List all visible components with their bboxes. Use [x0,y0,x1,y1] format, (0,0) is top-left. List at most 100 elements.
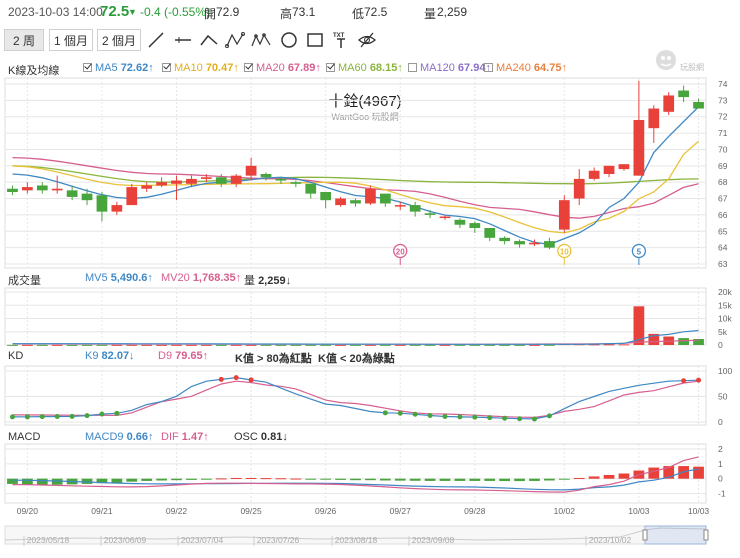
x-tick-label: 09/21 [91,506,113,516]
candle-body [245,165,257,176]
legend-ma10[interactable]: MA10 70.47↑ [162,62,239,74]
kd-green-dot [517,416,523,422]
mv20-legend: MV20 1,768.35↑ [161,272,241,284]
dif-value: 1.47↑ [181,431,209,443]
ma5-checkbox[interactable] [83,63,92,72]
kline-y-tick-label: 71 [718,128,728,138]
kd-green-dot [457,414,463,420]
legend-ma120[interactable]: MA120 67.94↑ [408,62,491,74]
x-tick-label: 09/20 [17,506,39,516]
candle-body [320,192,332,201]
candle-body [350,200,361,204]
candle-body [409,205,421,212]
d9-value: 79.65↑ [175,350,209,362]
d9-legend: D9 79.65↑ [158,350,208,362]
ma240-checkbox[interactable] [484,63,493,72]
ma-cross-marker-label: 5 [637,248,642,257]
kline-y-tick-label: 67 [718,194,728,204]
mv5-legend: MV5 5,490.6↑ [85,272,153,284]
volume-bar [693,339,704,345]
volume-bar [22,344,33,346]
volume-bar [439,344,451,346]
volume-bar [111,344,123,346]
candle-body [379,193,391,204]
high-value: 73.1 [292,5,316,19]
timeline-label: 2023/09/08 [412,535,455,545]
volume-bar [290,344,302,346]
k9-line [12,376,699,420]
quote-datetime: 2023-10-03 14:00 [8,5,103,19]
volume-bar [81,344,93,346]
line-tool-icon[interactable] [146,30,166,50]
kd-green-dot [442,413,448,419]
mv20-label: MV20 [161,272,190,284]
volume-y-tick-label: 0 [718,340,723,350]
volume-bar [469,344,481,346]
candle-body [484,228,496,238]
kline-y-tick-label: 65 [718,226,728,236]
candle-body [529,242,540,245]
osc-bar [499,478,511,482]
osc-bar [693,466,704,479]
volume-bar [215,344,227,346]
volume-panel-frame [4,287,707,346]
candle-body [573,178,585,199]
ma10-checkbox[interactable] [162,63,171,72]
osc-bar [22,478,33,485]
abcd-pattern-tool-icon[interactable] [225,30,245,50]
volume-y-tick-label: 20k [718,287,732,297]
period-2-weeks-button[interactable]: 2 周 [4,29,44,51]
volume-bar [618,344,630,346]
volume-legend: 成交量 MV5 5,490.6↑ MV20 1,768.35↑ 量 2,259↓ [8,272,508,287]
kd-green-dot [84,413,90,419]
osc-bar [230,477,242,479]
kd-green-dot [24,414,30,420]
chart-subtitle: WantGoo 玩股網 [331,111,398,122]
period-2-months-button[interactable]: 2 個月 [97,29,141,51]
volume-bar [7,344,18,346]
x-tick-label: 10/03 [688,506,710,516]
kd-red-dot [696,377,702,383]
volume-bar [558,344,570,346]
legend-ma5[interactable]: MA5 72.62↑ [83,62,154,74]
k9-value: 82.07↓ [101,350,135,362]
rectangle-tool-icon[interactable] [305,30,325,50]
candle-body [454,219,466,225]
legend-ma240[interactable]: MA240 64.75↑ [484,62,567,74]
osc-bar [66,478,78,485]
ma120-checkbox[interactable] [408,63,417,72]
kd-red-dot-note: K值 > 80為紅點 [235,353,312,365]
legend-ma60[interactable]: MA60 68.15↑ [326,62,403,74]
volume-bar [305,344,317,346]
macd9-value: 0.66↑ [126,431,154,443]
ma20-checkbox[interactable] [244,63,253,72]
macd-legend: MACD MACD9 0.66↑ DIF 1.47↑ OSC 0.81↓ [8,431,508,445]
hide-drawings-icon[interactable] [357,30,377,50]
ma-cross-marker [557,243,572,259]
x-tick-label: 09/27 [390,506,412,516]
text-tool-icon[interactable]: TXT [331,30,351,50]
period-1-month-button[interactable]: 1 個月 [49,29,93,51]
kd-legend: KD K9 82.07↓ D9 79.65↑ K值 > 80為紅點 K值 < 2… [8,350,508,365]
osc-bar [215,478,227,480]
candle-body [678,90,689,98]
candle-body [439,216,451,219]
ma60-checkbox[interactable] [326,63,335,72]
xabcd-pattern-tool-icon[interactable] [251,30,271,50]
macd9-legend: MACD9 0.66↑ [85,431,154,443]
candle-body [96,195,108,212]
horizontal-line-tool-icon[interactable] [173,30,193,50]
kline-y-tick-label: 69 [718,161,728,171]
volume-bar [320,344,332,346]
polyline-tool-icon[interactable] [199,30,219,50]
legend-ma20[interactable]: MA20 67.89↑ [244,62,321,74]
quote-change: -0.4 (-0.55%) [140,5,211,19]
circle-tool-icon[interactable] [279,30,299,50]
ma-cross-marker [631,243,647,259]
candle-body [81,193,93,201]
osc-bar [81,478,93,484]
volume-value: 2,259 [437,5,468,19]
volume-bar [633,306,645,345]
volume-y-tick-label: 5k [718,327,728,337]
candle-body [230,175,242,184]
